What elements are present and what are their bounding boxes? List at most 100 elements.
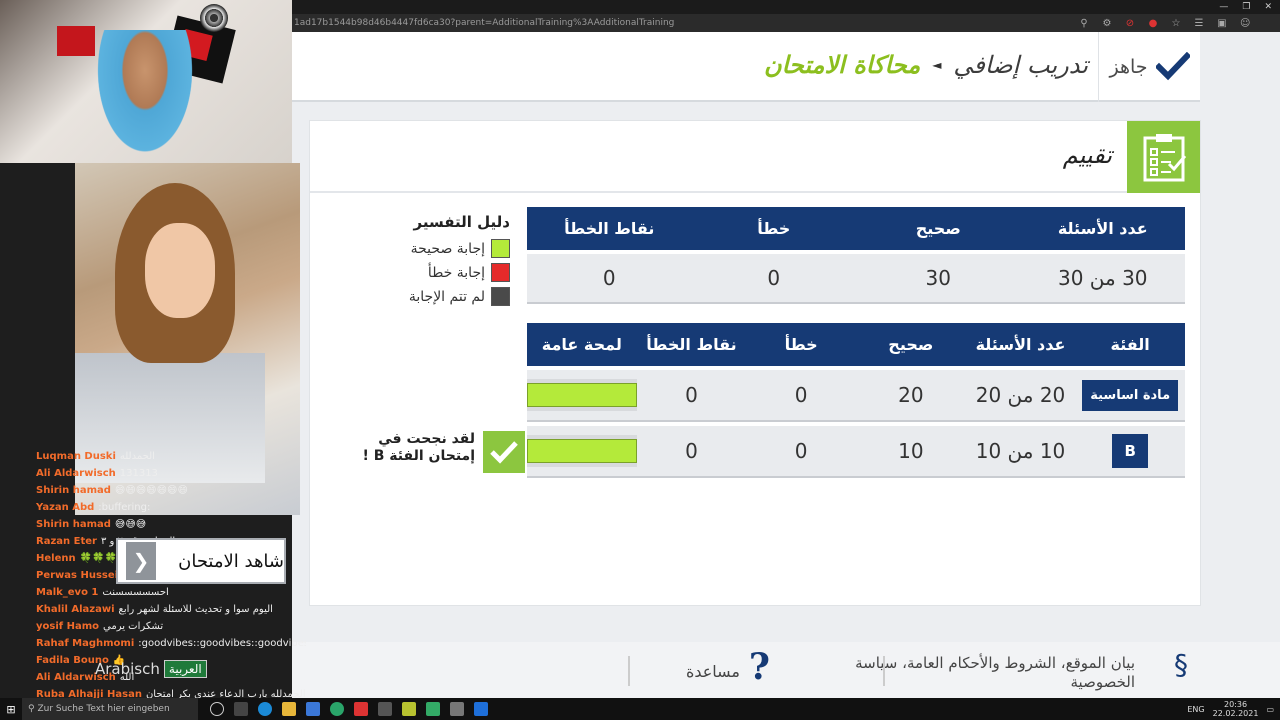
page-footer: § بيان الموقع، الشروط والأحكام العامة، س… [292, 642, 1280, 698]
bookmark-icon[interactable]: ☆ [1171, 18, 1181, 29]
chat-text: :goodvibes::goodvibes::goodvibes: [138, 638, 306, 649]
chat-text: 😅😅😅 [114, 519, 147, 530]
dartboard [200, 4, 228, 32]
header-category: الفئة [1110, 335, 1150, 354]
chat-author: Razan Eter [36, 536, 97, 547]
category-badge[interactable]: B [1112, 434, 1149, 468]
legend-label-wrong: إجابة خطأ [427, 264, 485, 281]
collections-icon[interactable]: ▣ [1217, 18, 1227, 29]
extension-icon[interactable]: ⚙ [1102, 18, 1112, 29]
windows-start-icon[interactable]: ⊞ [0, 698, 22, 720]
summary-question-count: 30 من 30 [1057, 266, 1148, 290]
maximize-icon[interactable]: ❐ [1242, 0, 1250, 14]
legend-label-correct: إجابة صحيحة [410, 240, 485, 257]
header-question-count: عدد الأسئلة [1057, 219, 1148, 238]
legend-title: دليل التفسير [413, 213, 510, 231]
block-icon[interactable]: ⊘ [1125, 18, 1135, 29]
chat-text: احسسسسسنت [102, 587, 169, 598]
legend-swatch-correct [491, 239, 510, 258]
notification-icon[interactable]: ▭ [1266, 705, 1274, 714]
chat-author: Rahaf Maghmomi [36, 638, 135, 649]
favorites-icon[interactable]: ☰ [1194, 18, 1204, 29]
header-correct: صحيح [915, 219, 961, 238]
chat-author: Shirin hamad [36, 519, 111, 530]
taskbar-search-input[interactable]: ⚲ Zur Suche Text hier eingeben [22, 698, 198, 720]
task-view-icon[interactable] [210, 702, 224, 716]
footer-divider [883, 656, 885, 686]
edge-icon[interactable] [258, 702, 272, 716]
breadcrumb-exam-simulation: محاكاة الامتحان [763, 50, 921, 79]
system-tray: ENG 20:36 22.02.2021 ▭ [1187, 698, 1274, 720]
taskbar: ⊞ ⚲ Zur Suche Text hier eingeben ENG 20:… [0, 698, 1280, 720]
summary-row: 30 من 30 30 0 0 [527, 254, 1185, 304]
summary-wrong: 0 [767, 266, 781, 290]
chevron-left-icon: ❯ [126, 542, 156, 580]
breadcrumb-additional-training[interactable]: تدريب إضافي [953, 51, 1088, 79]
category-badge[interactable]: مادة اساسية [1082, 379, 1179, 411]
chat-author: Luqman Duski [36, 451, 116, 462]
face [145, 223, 215, 318]
help-icon[interactable]: ? [749, 646, 770, 688]
chat-author: Yazan Abd [36, 502, 95, 513]
legend-item-wrong: إجابة خطأ [390, 263, 510, 282]
tray-language[interactable]: ENG [1187, 705, 1204, 714]
address-bar-icons: ⚲ ⚙ ⊘ ● ☆ ☰ ▣ ☺ [1079, 14, 1250, 32]
app-icon[interactable] [330, 702, 344, 716]
grid-app-icon[interactable] [234, 702, 248, 716]
help-link[interactable]: مساعدة [686, 662, 740, 681]
correct-cell: 20 [898, 383, 924, 407]
wrong-cell: 0 [794, 383, 808, 407]
taskbar-apps [210, 702, 488, 716]
chat-message: yosif Hamo تشكرات يرمي [36, 618, 306, 635]
app-icon[interactable] [426, 702, 440, 716]
summary-correct: 30 [925, 266, 951, 290]
progress-fill [526, 383, 637, 407]
chat-author: Ali Aldarwisch [36, 468, 116, 479]
app-icon[interactable] [378, 702, 392, 716]
checkmark-icon [483, 431, 525, 473]
close-icon[interactable]: ✕ [1264, 0, 1272, 14]
table-row: مادة اساسية 20 من 20 20 0 0 [526, 370, 1185, 422]
ready-label: جاهز [1109, 56, 1148, 78]
chat-message: Shirin hamad 😄😄😄😄😄😄😄 [36, 482, 306, 499]
explorer-icon[interactable] [282, 702, 296, 716]
checkmark-icon [1155, 52, 1190, 81]
clock[interactable]: 20:36 22.02.2021 [1213, 700, 1259, 718]
chat-author: Malk_evo 1 [36, 587, 99, 598]
section-icon: § [1174, 648, 1188, 681]
clock-date: 22.02.2021 [1212, 709, 1259, 718]
app-icon[interactable] [402, 702, 416, 716]
app-icon[interactable] [474, 702, 488, 716]
chat-message: Yazan Abd:buffering: [36, 499, 306, 516]
legend-item-unanswered: لم تتم الإجابة [390, 287, 510, 306]
app-icon[interactable] [450, 702, 464, 716]
chat-text: تشكرات يرمي [103, 621, 164, 632]
record-icon[interactable]: ● [1148, 18, 1158, 29]
legend: دليل التفسير إجابة صحيحة إجابة خطأ لم تت… [390, 213, 510, 311]
progress-bar [526, 435, 637, 467]
pass-text: لقد نجحت في إمتحان الفئة B ! [362, 431, 476, 464]
language-selector[interactable]: Arabisch العربية [95, 660, 207, 678]
progress-fill [526, 439, 637, 463]
legend-label-unanswered: لم تتم الإجابة [408, 288, 485, 305]
language-badge: العربية [163, 660, 207, 678]
chat-message: Malk_evo 1 احسسسسسنت [36, 584, 306, 601]
progress-bar [526, 379, 637, 411]
category-table: الفئة عدد الأسئلة صحيح خطأ نقاط الخطأ لم… [526, 323, 1185, 478]
minimize-icon[interactable]: — [1219, 0, 1228, 14]
pdf-icon[interactable] [354, 702, 368, 716]
search-placeholder: Zur Suche Text hier eingeben [37, 704, 170, 714]
ready-indicator[interactable]: جاهز [1098, 32, 1200, 102]
chat-author: Shirin hamad [36, 485, 111, 496]
profile-icon[interactable]: ☺ [1240, 18, 1250, 29]
window-controls: — ❐ ✕ [1219, 0, 1272, 14]
zoom-icon[interactable]: ⚲ [1079, 18, 1089, 29]
chat-message: Khalil Alazawi اليوم سوا و تحديث للاسئلة … [36, 601, 306, 618]
legal-link[interactable]: بيان الموقع، الشروط والأحكام العامة، سيا… [825, 654, 1135, 692]
chat-author: yosif Hamo [36, 621, 100, 632]
watch-exam-button[interactable]: ❯ شاهد الامتحان [116, 538, 286, 584]
mail-icon[interactable] [306, 702, 320, 716]
wrong-cell: 0 [794, 439, 808, 463]
legend-item-correct: إجابة صحيحة [390, 239, 510, 258]
screen: — ❐ ✕ 1ad17b1544b98d46b4447fd6ca30?paren… [0, 0, 1280, 720]
